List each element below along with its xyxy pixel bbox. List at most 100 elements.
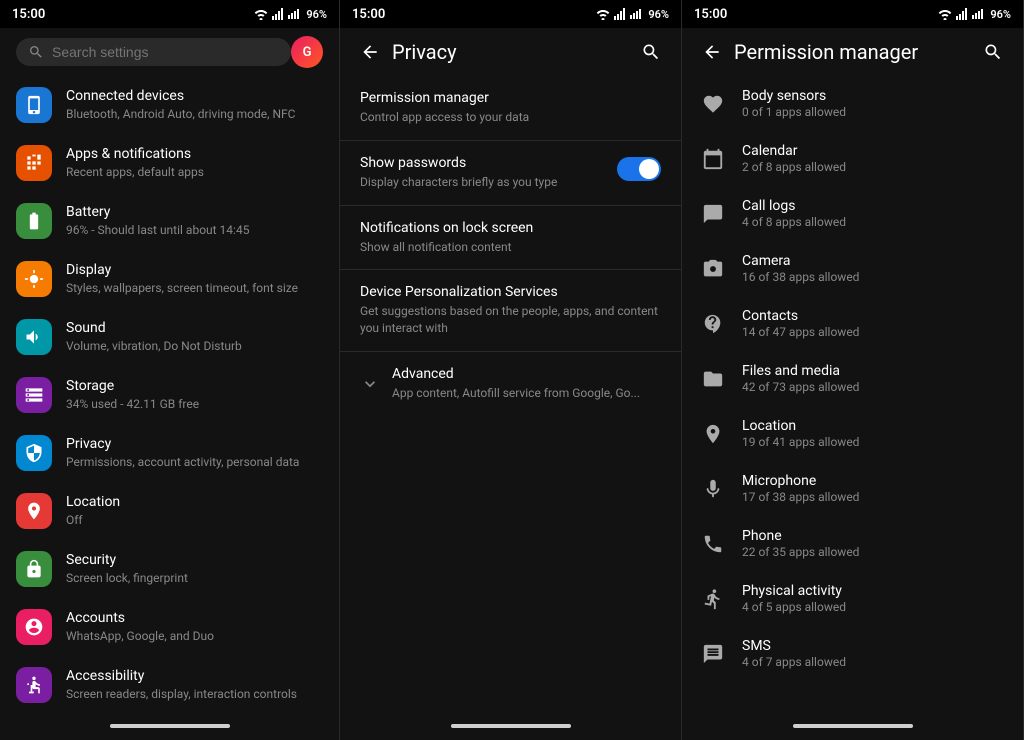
top-bar-right: Permission manager: [682, 28, 1023, 76]
permission-manager-subtitle: Control app access to your data: [360, 109, 661, 126]
settings-item-accounts[interactable]: AccountsWhatsApp, Google, and Duo: [0, 598, 339, 656]
physical-activity-perm-title: Physical activity: [742, 583, 1007, 599]
chevron-down-icon: [360, 374, 380, 394]
call-logs-perm-title: Call logs: [742, 198, 1007, 214]
physical-activity-perm-sub: 4 of 5 apps allowed: [742, 600, 1007, 614]
bottom-nav-left: [0, 712, 339, 740]
perm-item-location[interactable]: Location19 of 41 apps allowed: [682, 406, 1023, 461]
permission-manager-row: Permission managerControl app access to …: [360, 90, 661, 126]
settings-item-connected-devices[interactable]: Connected devicesBluetooth, Android Auto…: [0, 76, 339, 134]
contacts-perm-icon: [698, 309, 728, 339]
camera-perm-icon: [698, 254, 728, 284]
call-logs-perm-icon: [698, 199, 728, 229]
device-personalization-subtitle: Get suggestions based on the people, app…: [360, 303, 661, 337]
sms-perm-sub: 4 of 7 apps allowed: [742, 655, 1007, 669]
calendar-perm-sub: 2 of 8 apps allowed: [742, 160, 1007, 174]
signal-icon-mid: [614, 8, 626, 20]
display-icon: [16, 261, 52, 297]
microphone-perm-sub: 17 of 38 apps allowed: [742, 490, 1007, 504]
settings-item-privacy[interactable]: PrivacyPermissions, account activity, pe…: [0, 424, 339, 482]
status-bar-right: 15:00 96%: [682, 0, 1023, 28]
wifi-icon: [254, 8, 268, 20]
microphone-perm-title: Microphone: [742, 473, 1007, 489]
show-passwords-row: Show passwordsDisplay characters briefly…: [360, 155, 661, 191]
device-personalization-row: Device Personalization ServicesGet sugge…: [360, 284, 661, 337]
privacy-icon: [16, 435, 52, 471]
show-passwords-toggle[interactable]: [617, 157, 661, 181]
search-input[interactable]: [52, 44, 279, 60]
bottom-nav-right: [682, 712, 1023, 740]
files-media-perm-title: Files and media: [742, 363, 1007, 379]
files-media-perm-icon: [698, 364, 728, 394]
perm-item-contacts[interactable]: Contacts14 of 47 apps allowed: [682, 296, 1023, 351]
storage-icon: [16, 377, 52, 413]
storage-title: Storage: [66, 377, 323, 395]
signal2-icon-right: [972, 9, 986, 19]
physical-activity-perm-icon: [698, 584, 728, 614]
settings-item-storage[interactable]: Storage34% used - 42.11 GB free: [0, 366, 339, 424]
settings-item-location[interactable]: LocationOff: [0, 482, 339, 540]
advanced-title: Advanced: [392, 366, 661, 382]
status-icons-mid: 96%: [596, 8, 669, 21]
calendar-perm-icon: [698, 144, 728, 174]
phone-perm-icon: [698, 529, 728, 559]
security-subtitle: Screen lock, fingerprint: [66, 571, 323, 587]
advanced-subtitle: App content, Autofill service from Googl…: [392, 385, 661, 402]
privacy-item-notifications-lock[interactable]: Notifications on lock screenShow all not…: [340, 206, 681, 271]
connected-devices-text: Connected devicesBluetooth, Android Auto…: [66, 87, 323, 123]
wifi-icon-right: [938, 8, 952, 20]
back-button-mid[interactable]: [356, 38, 384, 66]
signal2-icon: [288, 9, 302, 19]
connected-devices-subtitle: Bluetooth, Android Auto, driving mode, N…: [66, 107, 323, 123]
settings-item-sound[interactable]: SoundVolume, vibration, Do Not Disturb: [0, 308, 339, 366]
status-time-left: 15:00: [12, 7, 45, 22]
back-button-right[interactable]: [698, 38, 726, 66]
perm-item-physical-activity[interactable]: Physical activity4 of 5 apps allowed: [682, 571, 1023, 626]
status-time-right: 15:00: [694, 7, 727, 22]
location-text: LocationOff: [66, 493, 323, 529]
search-bar[interactable]: [16, 38, 291, 66]
perm-item-microphone[interactable]: Microphone17 of 38 apps allowed: [682, 461, 1023, 516]
avatar[interactable]: G: [291, 36, 323, 68]
settings-item-security[interactable]: SecurityScreen lock, fingerprint: [0, 540, 339, 598]
wifi-icon-mid: [596, 8, 610, 20]
settings-item-accessibility[interactable]: AccessibilityScreen readers, display, in…: [0, 656, 339, 712]
contacts-perm-title: Contacts: [742, 308, 1007, 324]
settings-item-battery[interactable]: Battery96% - Should last until about 14:…: [0, 192, 339, 250]
privacy-list: Permission managerControl app access to …: [340, 76, 681, 712]
nav-pill-mid: [451, 724, 571, 728]
battery-text-mid: 96%: [648, 8, 669, 21]
accounts-icon: [16, 609, 52, 645]
perm-item-calendar[interactable]: Calendar2 of 8 apps allowed: [682, 131, 1023, 186]
back-icon-mid: [360, 42, 380, 62]
settings-item-display[interactable]: DisplayStyles, wallpapers, screen timeou…: [0, 250, 339, 308]
right-panel-title: Permission manager: [726, 40, 979, 64]
battery-text-left: 96%: [306, 8, 327, 21]
location-perm-title: Location: [742, 418, 1007, 434]
privacy-item-device-personalization[interactable]: Device Personalization ServicesGet sugge…: [340, 270, 681, 352]
apps-notifications-title: Apps & notifications: [66, 145, 323, 163]
perm-item-files-media[interactable]: Files and media42 of 73 apps allowed: [682, 351, 1023, 406]
perm-item-camera[interactable]: Camera16 of 38 apps allowed: [682, 241, 1023, 296]
location-title: Location: [66, 493, 323, 511]
perm-item-phone[interactable]: Phone22 of 35 apps allowed: [682, 516, 1023, 571]
perm-item-call-logs[interactable]: Call logs4 of 8 apps allowed: [682, 186, 1023, 241]
advanced-item[interactable]: Advanced App content, Autofill service fr…: [340, 352, 681, 416]
search-button-mid[interactable]: [637, 38, 665, 66]
privacy-item-show-passwords[interactable]: Show passwordsDisplay characters briefly…: [340, 141, 681, 206]
settings-item-apps-notifications[interactable]: Apps & notificationsRecent apps, default…: [0, 134, 339, 192]
privacy-item-permission-manager[interactable]: Permission managerControl app access to …: [340, 76, 681, 141]
mid-panel: 15:00 96%: [340, 0, 682, 740]
bottom-nav-mid: [340, 712, 681, 740]
status-icons-left: 96%: [254, 8, 327, 21]
perm-item-sms[interactable]: SMS4 of 7 apps allowed: [682, 626, 1023, 681]
body-sensors-perm-title: Body sensors: [742, 88, 1007, 104]
notifications-lock-row: Notifications on lock screenShow all not…: [360, 220, 661, 256]
privacy-text: PrivacyPermissions, account activity, pe…: [66, 435, 323, 471]
perm-item-body-sensors[interactable]: Body sensors0 of 1 apps allowed: [682, 76, 1023, 131]
search-button-right[interactable]: [979, 38, 1007, 66]
body-sensors-perm-sub: 0 of 1 apps allowed: [742, 105, 1007, 119]
nav-pill-left: [110, 724, 230, 728]
security-icon: [16, 551, 52, 587]
right-panel: 15:00 96%: [682, 0, 1024, 740]
